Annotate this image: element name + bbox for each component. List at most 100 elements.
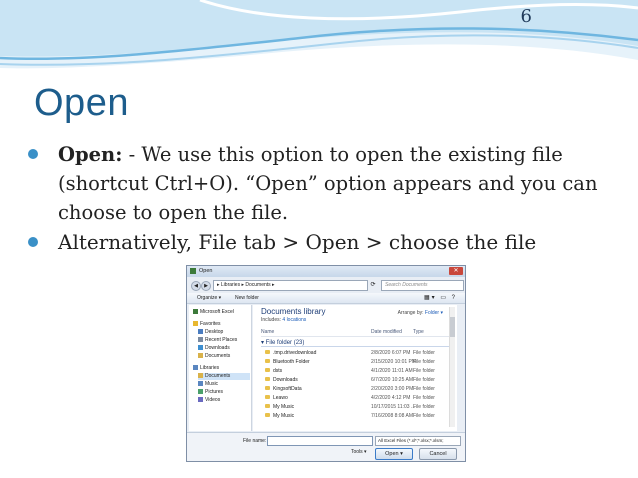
open-file-dialog: Open ✕ ◀ ▶ ▸ Libraries ▸ Documents ▸ ⟳ S… (186, 265, 466, 462)
file-type: File folder (413, 404, 435, 410)
nav-item[interactable]: Desktop (198, 329, 223, 336)
library-icon (193, 365, 198, 371)
nav-item[interactable]: Favorites (193, 321, 221, 328)
bullet-dot-icon (28, 149, 38, 159)
library-heading: Documents library (261, 307, 326, 316)
file-name-label: File name: (243, 438, 267, 444)
includes-locations-link[interactable]: 4 locations (282, 317, 306, 323)
open-button[interactable]: Open ▾ (375, 448, 413, 460)
refresh-icon[interactable]: ⟳ (369, 281, 377, 289)
nav-item[interactable]: Downloads (198, 345, 230, 352)
folder-icon (265, 350, 270, 354)
dialog-title: Open (199, 268, 213, 274)
scrollbar-thumb[interactable] (450, 317, 455, 337)
file-date: 10/17/2015 11:03 ... (371, 404, 416, 410)
folder-icon (265, 368, 270, 372)
folder-icon (265, 413, 270, 417)
file-row[interactable]: KingsoftData 2/20/2020 3:00 PM File folder (261, 385, 453, 393)
view-options-icon[interactable]: ▦▾ ▭ ? (424, 294, 457, 301)
slide: 6 Open Open: - We use this option to ope… (0, 0, 638, 478)
bullet-text: Open: - We use this option to open the e… (58, 140, 613, 227)
folder-icon (265, 395, 270, 399)
back-button[interactable]: ◀ (191, 281, 201, 291)
file-name: KingsoftData (273, 386, 302, 392)
file-type: File folder (413, 413, 435, 419)
file-type: File folder (413, 350, 435, 356)
excel-icon (190, 268, 196, 274)
nav-item-label: Music (205, 381, 219, 387)
column-headers: Name Date modified Type (261, 328, 453, 337)
arrange-by-dropdown[interactable]: Folder ▾ (425, 310, 443, 316)
folder-icon (265, 377, 270, 381)
bullet-alternative: Alternatively, File tab > Open > choose … (28, 228, 613, 257)
column-header-date[interactable]: Date modified (371, 329, 402, 335)
nav-item-label: Recent Places (205, 337, 238, 343)
slide-title: Open (34, 82, 129, 124)
dialog-titlebar: Open ✕ (187, 266, 465, 277)
column-header-name[interactable]: Name (261, 329, 274, 335)
file-row[interactable]: Downloads 6/7/2020 10:25 AM File folder (261, 376, 453, 384)
search-input[interactable]: Search Documents (381, 280, 464, 291)
close-button[interactable]: ✕ (449, 267, 463, 275)
column-header-type[interactable]: Type (413, 329, 424, 335)
videos-icon (198, 397, 203, 403)
bullet-bold-term: Open: (58, 143, 123, 166)
file-date: 6/7/2020 10:25 AM (371, 377, 413, 383)
arrange-label: Arrange by: (397, 310, 425, 316)
file-name: Leawo (273, 395, 288, 401)
address-bar: ◀ ▶ ▸ Libraries ▸ Documents ▸ ⟳ Search D… (191, 280, 464, 291)
file-row[interactable]: My Music 7/16/2008 8:08 AM File folder (261, 412, 453, 420)
nav-item[interactable]: Pictures (198, 389, 223, 396)
nav-item-label: Desktop (205, 329, 224, 335)
nav-item-label: Microsoft Excel (200, 309, 234, 315)
cancel-button[interactable]: Cancel (419, 448, 457, 460)
address-field[interactable]: ▸ Libraries ▸ Documents ▸ (213, 280, 368, 291)
nav-item[interactable]: Libraries (193, 365, 219, 372)
recent-icon (198, 337, 203, 343)
nav-item[interactable]: Videos (198, 397, 220, 404)
nav-item-label: Videos (205, 397, 221, 403)
documents-icon (198, 373, 203, 379)
file-name: Downloads (273, 377, 298, 383)
file-type: File folder (413, 386, 435, 392)
star-icon (193, 321, 198, 327)
organize-button[interactable]: Organize ▾ (197, 295, 221, 301)
nav-item-label: Favorites (200, 321, 221, 327)
navigation-pane: Microsoft Excel Favorites Desktop Recent Pl… (189, 305, 252, 431)
nav-item[interactable]: Microsoft Excel (193, 309, 234, 316)
tools-button[interactable]: Tools ▾ (351, 449, 367, 455)
nav-item[interactable]: Documents (198, 353, 230, 360)
file-date: 2/20/2020 3:00 PM (371, 386, 414, 392)
desktop-icon (198, 329, 203, 335)
vertical-scrollbar[interactable] (449, 307, 455, 427)
group-header[interactable]: ▾ File folder (23) (261, 339, 453, 347)
music-icon (198, 381, 203, 387)
dialog-toolbar: Organize ▾ New folder ▦▾ ▭ ? (187, 293, 465, 304)
file-type-select[interactable]: All Excel Files (*.xl*;*.xlsx;*.xlsm; (375, 436, 461, 446)
file-type: File folder (413, 359, 435, 365)
nav-item[interactable]: Documents (198, 373, 250, 380)
file-date: 2/15/2020 10:01 PM (371, 359, 417, 365)
file-name: dsts (273, 368, 283, 374)
downloads-icon (198, 345, 203, 351)
file-name-input[interactable] (267, 436, 373, 446)
file-date: 2/8/2020 6:07 PM (371, 350, 411, 356)
nav-item[interactable]: Music (198, 381, 218, 388)
pictures-icon (198, 389, 203, 395)
file-row[interactable]: Leawo 4/2/2020 4:12 PM File folder (261, 394, 453, 402)
forward-button[interactable]: ▶ (201, 281, 211, 291)
bullet-text: Alternatively, File tab > Open > choose … (58, 230, 537, 254)
file-type: File folder (413, 395, 435, 401)
excel-icon (193, 309, 198, 315)
nav-item-label: Documents (205, 373, 231, 379)
folder-icon (265, 386, 270, 390)
new-folder-button[interactable]: New folder (235, 295, 259, 301)
header-wave-decoration (0, 0, 638, 69)
documents-icon (198, 353, 203, 359)
file-row[interactable]: Bluetooth Folder 2/15/2020 10:01 PM File f… (261, 358, 453, 366)
nav-item[interactable]: Recent Places (198, 337, 237, 344)
file-row[interactable]: .tmp.drivedownload 2/8/2020 6:07 PM File f… (261, 349, 453, 357)
file-row[interactable]: My Music 10/17/2015 11:03 ... File folder (261, 403, 453, 411)
nav-item-label: Pictures (205, 389, 224, 395)
file-row[interactable]: dsts 4/1/2020 11:01 AM File folder (261, 367, 453, 375)
